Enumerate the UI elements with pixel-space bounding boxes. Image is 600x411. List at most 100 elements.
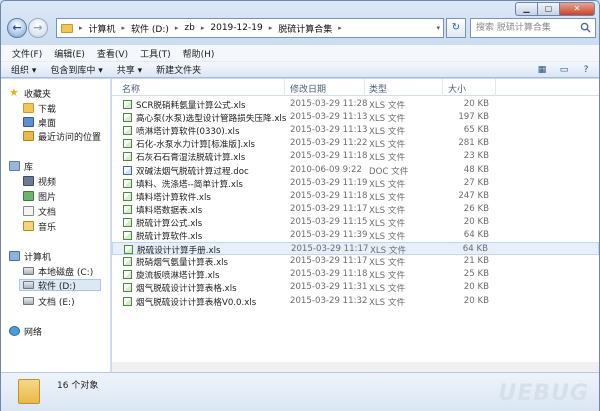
nav-desktop[interactable]: 桌面 — [23, 116, 56, 129]
search-placeholder: 搜索 脱硫计算合集 — [476, 23, 551, 33]
file-type: XLS 文件 — [369, 127, 406, 138]
excel-file-icon — [123, 231, 132, 240]
file-type: XLS 文件 — [369, 179, 406, 190]
file-size: 65 KB — [463, 125, 489, 136]
file-row[interactable]: 双碱法烟气脱硫计算过程.doc 2010-06-09 9:22 DOC 文件 48 K… — [112, 164, 599, 177]
file-row[interactable]: 高心泵(水泵)选型设计管路损失压降.xls 2015-03-29 11:13 XLS… — [112, 111, 599, 124]
nav-favorites[interactable]: ★ 收藏夹 — [9, 86, 51, 100]
nav-drive-d[interactable]: 软件 (D:) — [19, 279, 101, 292]
menu-help[interactable]: 帮助(H) — [180, 47, 218, 60]
column-type[interactable]: 类型 — [369, 82, 387, 95]
organize-button[interactable]: 组织 ▾ — [11, 63, 36, 76]
file-size: 25 KB — [463, 269, 489, 280]
file-row[interactable]: 脱硝烟气氨量计算表.xls 2015-03-29 11:17 XLS 文件 21 KB — [112, 255, 599, 268]
horizontal-scrollbar[interactable] — [112, 362, 599, 372]
forward-button[interactable]: → — [28, 18, 48, 38]
file-row[interactable]: 脱硫计算软件.xls 2015-03-29 11:39 XLS 文件 64 KB — [112, 229, 599, 242]
file-row[interactable]: 烟气脱硫设计计算表格.xls 2015-03-29 11:31 XLS 文件 20 K… — [112, 281, 599, 294]
drive-icon — [23, 267, 34, 275]
column-divider[interactable] — [364, 79, 365, 96]
nav-drive-c[interactable]: 本地磁盘 (C:) — [23, 265, 93, 278]
file-row[interactable]: 脱硫计算公式.xls 2015-03-29 11:15 XLS 文件 20 KB — [112, 216, 599, 229]
column-divider[interactable] — [284, 79, 285, 96]
file-row[interactable]: 填料、洗涤塔--简单计算.xls 2015-03-29 11:19 XLS 文件 27… — [112, 177, 599, 190]
watermark-logo: UEBUG — [498, 381, 589, 406]
back-button[interactable]: ← — [7, 18, 27, 38]
chevron-right-icon[interactable]: ▸ — [175, 24, 179, 32]
file-size: 20 KB — [463, 99, 489, 109]
maximize-button[interactable]: ▢ — [537, 2, 559, 16]
library-icon — [9, 161, 20, 171]
chevron-right-icon[interactable]: ▸ — [269, 24, 273, 32]
file-row[interactable]: 填料塔计算软件.xls 2015-03-29 11:18 XLS 文件 247 KB — [112, 190, 599, 203]
nav-drive-e[interactable]: 文档 (E:) — [23, 295, 75, 308]
file-date: 2015-03-29 11:17 — [291, 244, 369, 255]
minimize-button[interactable]: ▁ — [515, 2, 537, 16]
file-size: 20 KB — [463, 282, 489, 293]
chevron-right-icon[interactable]: ▸ — [201, 24, 205, 32]
file-date: 2015-03-29 11:17 — [290, 256, 368, 267]
breadcrumb-drive-d[interactable]: 软件 (D:) — [131, 22, 169, 35]
file-row[interactable]: 填料塔数据表.xls 2015-03-29 11:17 XLS 文件 26 KB — [112, 203, 599, 216]
excel-file-icon — [123, 296, 132, 306]
nav-recent-places[interactable]: 最近访问的位置 — [23, 130, 101, 143]
file-row[interactable]: 喷淋塔计算软件(0330).xls 2015-03-29 11:13 XLS 文件 6… — [112, 124, 599, 137]
close-button[interactable]: ✕ — [559, 2, 595, 16]
column-name[interactable]: 名称 — [122, 82, 140, 95]
file-name: 石化-水泵水力计算[标准版].xls — [136, 140, 256, 151]
file-date: 2015-03-29 11:22 — [290, 138, 368, 149]
nav-documents[interactable]: 文档 — [23, 205, 56, 218]
chevron-right-icon[interactable]: ▸ — [122, 24, 126, 32]
nav-network[interactable]: 网络 — [9, 325, 42, 338]
breadcrumb-date[interactable]: 2019-12-19 — [210, 23, 262, 33]
file-row[interactable]: 石灰石石膏湿法脱硫计算.xls 2015-03-29 11:18 XLS 文件 23 … — [112, 150, 599, 163]
file-name: 填料、洗涤塔--简单计算.xls — [136, 179, 243, 190]
star-icon: ★ — [9, 86, 19, 99]
breadcrumb-current[interactable]: 脱硫计算合集 — [278, 22, 332, 35]
file-row[interactable]: 旋流板喷淋塔计算.xls 2015-03-29 11:18 XLS 文件 25 KB — [112, 268, 599, 281]
column-date[interactable]: 修改日期 — [290, 82, 326, 95]
column-divider[interactable] — [495, 79, 496, 96]
column-divider[interactable] — [442, 79, 443, 96]
preview-pane-icon[interactable]: ▭ — [557, 64, 571, 76]
file-date: 2015-03-29 11:18 — [290, 190, 368, 201]
refresh-button[interactable]: ↻ — [446, 18, 466, 38]
excel-file-icon — [123, 126, 132, 136]
nav-computer[interactable]: 计算机 — [9, 250, 51, 263]
address-bar[interactable]: ▸ 计算机 ▸ 软件 (D:) ▸ zb ▸ 2019-12-19 ▸ 脱硫计算… — [56, 18, 444, 38]
new-folder-button[interactable]: 新建文件夹 — [156, 63, 201, 76]
excel-file-icon — [123, 100, 132, 109]
menu-edit[interactable]: 编辑(E) — [51, 47, 88, 60]
help-icon[interactable]: ? — [579, 64, 593, 76]
chevron-down-icon[interactable]: ▾ — [436, 24, 440, 32]
excel-file-icon — [123, 178, 132, 188]
file-row[interactable]: 脱硫设计计算手册.xls 2015-03-29 11:17 XLS 文件 64 KB — [112, 242, 599, 256]
menu-tools[interactable]: 工具(T) — [137, 47, 174, 60]
nav-music[interactable]: 音乐 — [23, 220, 56, 233]
breadcrumb-zb[interactable]: zb — [184, 23, 194, 33]
nav-downloads[interactable]: 下载 — [23, 102, 56, 115]
file-size: 27 KB — [463, 177, 489, 188]
drive-icon — [23, 297, 34, 305]
view-options-icon[interactable]: ▦ — [535, 64, 549, 76]
breadcrumb-computer[interactable]: 计算机 — [89, 22, 116, 35]
file-row[interactable]: 石化-水泵水力计算[标准版].xls 2015-03-29 11:22 XLS 文件… — [112, 137, 599, 150]
chevron-right-icon[interactable]: ▸ — [338, 24, 342, 32]
search-input[interactable]: 搜索 脱硫计算合集 — [470, 18, 596, 38]
file-row[interactable]: 烟气脱硫设计计算表格V0.0.xls 2015-03-29 11:32 XLS 文件… — [112, 295, 599, 308]
file-type: XLS 文件 — [369, 218, 406, 229]
file-date: 2015-03-29 11:39 — [290, 230, 368, 240]
file-row[interactable]: SCR脱硝耗氨量计算公式.xls 2015-03-29 11:28 XLS 文件 20… — [112, 98, 599, 111]
excel-file-icon — [123, 217, 132, 227]
nav-pictures[interactable]: 图片 — [23, 190, 56, 203]
column-size[interactable]: 大小 — [448, 82, 466, 95]
file-date: 2015-03-29 11:15 — [290, 216, 368, 227]
share-button[interactable]: 共享 ▾ — [117, 63, 142, 76]
nav-videos[interactable]: 视频 — [23, 175, 56, 188]
excel-file-icon — [123, 152, 132, 162]
menu-view[interactable]: 查看(V) — [94, 47, 131, 60]
nav-libraries[interactable]: 库 — [9, 160, 33, 173]
include-in-library-button[interactable]: 包含到库中 ▾ — [50, 63, 102, 76]
window-controls: ▁ ▢ ✕ — [515, 2, 595, 16]
menu-file[interactable]: 文件(F) — [9, 47, 45, 60]
